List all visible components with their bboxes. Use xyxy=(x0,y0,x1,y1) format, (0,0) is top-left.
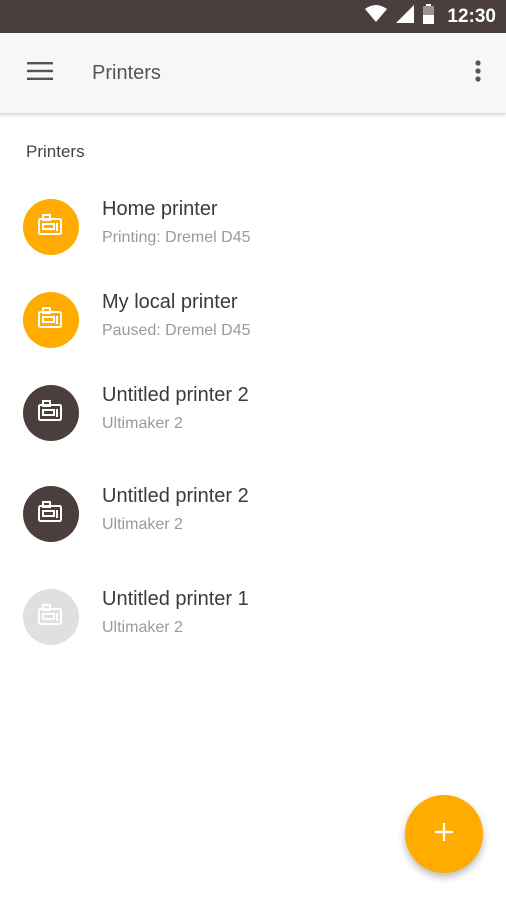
add-icon xyxy=(434,822,454,847)
printer-list-item[interactable]: Untitled printer 2 Ultimaker 2 xyxy=(0,374,506,454)
more-vert-icon xyxy=(475,59,481,87)
printer-list-item[interactable]: Untitled printer 1 Ultimaker 2 xyxy=(0,578,506,658)
page-title: Printers xyxy=(92,62,161,84)
printer-avatar xyxy=(23,292,79,348)
status-bar: 12:30 xyxy=(0,0,506,33)
printer-name: Untitled printer 2 xyxy=(102,384,249,406)
printer-name: Untitled printer 2 xyxy=(102,485,249,507)
printer-status: Ultimaker 2 xyxy=(102,619,183,636)
printer-status: Paused: Dremel D45 xyxy=(102,322,251,339)
printer-icon xyxy=(38,213,64,241)
overflow-menu-button[interactable] xyxy=(466,55,490,91)
printer-name: My local printer xyxy=(102,291,238,313)
status-icons: 12:30 xyxy=(365,0,496,33)
wifi-icon xyxy=(365,5,388,28)
menu-button[interactable] xyxy=(22,55,58,91)
printer-name: Untitled printer 1 xyxy=(102,588,249,610)
printer-list-item[interactable]: Home printer Printing: Dremel D45 xyxy=(0,188,506,268)
printer-status: Ultimaker 2 xyxy=(102,415,183,432)
menu-icon xyxy=(27,61,53,85)
printer-icon xyxy=(38,603,64,631)
printer-status: Printing: Dremel D45 xyxy=(102,229,251,246)
printer-avatar xyxy=(23,486,79,542)
printer-name: Home printer xyxy=(102,198,218,220)
printer-list-item[interactable]: My local printer Paused: Dremel D45 xyxy=(0,281,506,361)
status-time: 12:30 xyxy=(447,5,496,27)
printer-avatar xyxy=(23,589,79,645)
add-printer-button[interactable] xyxy=(405,795,483,873)
signal-icon xyxy=(396,5,415,28)
printer-avatar xyxy=(23,385,79,441)
printer-icon xyxy=(38,500,64,528)
printer-icon xyxy=(38,399,64,427)
section-header: Printers xyxy=(26,142,85,161)
printer-status: Ultimaker 2 xyxy=(102,516,183,533)
printer-list-item[interactable]: Untitled printer 2 Ultimaker 2 xyxy=(0,475,506,555)
printer-icon xyxy=(38,306,64,334)
app-bar: Printers xyxy=(0,33,506,114)
printer-avatar xyxy=(23,199,79,255)
battery-icon xyxy=(423,4,435,29)
